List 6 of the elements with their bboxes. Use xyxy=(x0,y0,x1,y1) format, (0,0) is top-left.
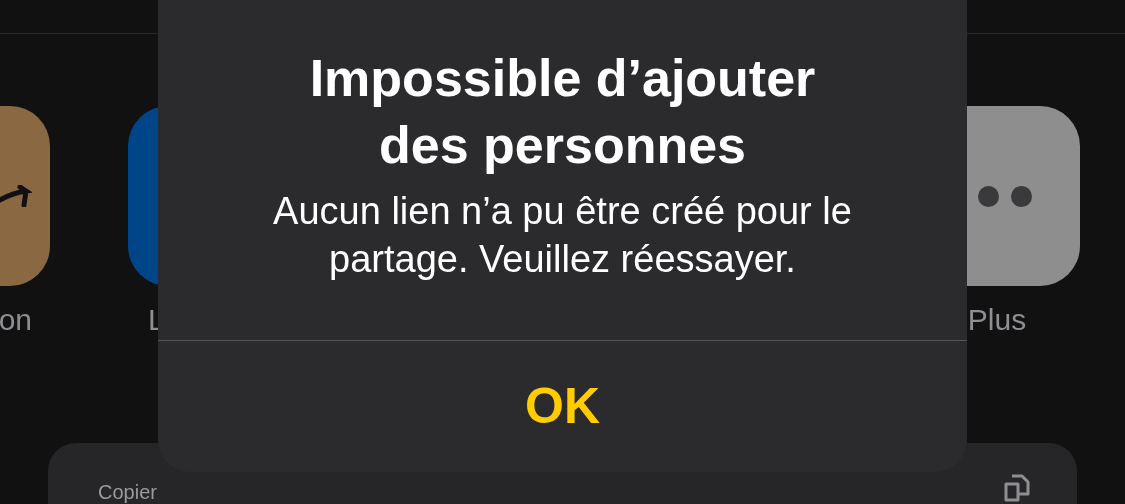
alert-title: Impossible d’ajouter des personnes xyxy=(308,48,817,176)
smile-arrow-icon xyxy=(0,185,32,207)
app-label: on xyxy=(0,302,33,338)
app-label: Plus xyxy=(966,302,1028,338)
copy-icon xyxy=(1002,472,1032,502)
alert-message: Aucun lien n’a pu être créé pour le partage. Veuillez réessayer. xyxy=(272,189,853,282)
